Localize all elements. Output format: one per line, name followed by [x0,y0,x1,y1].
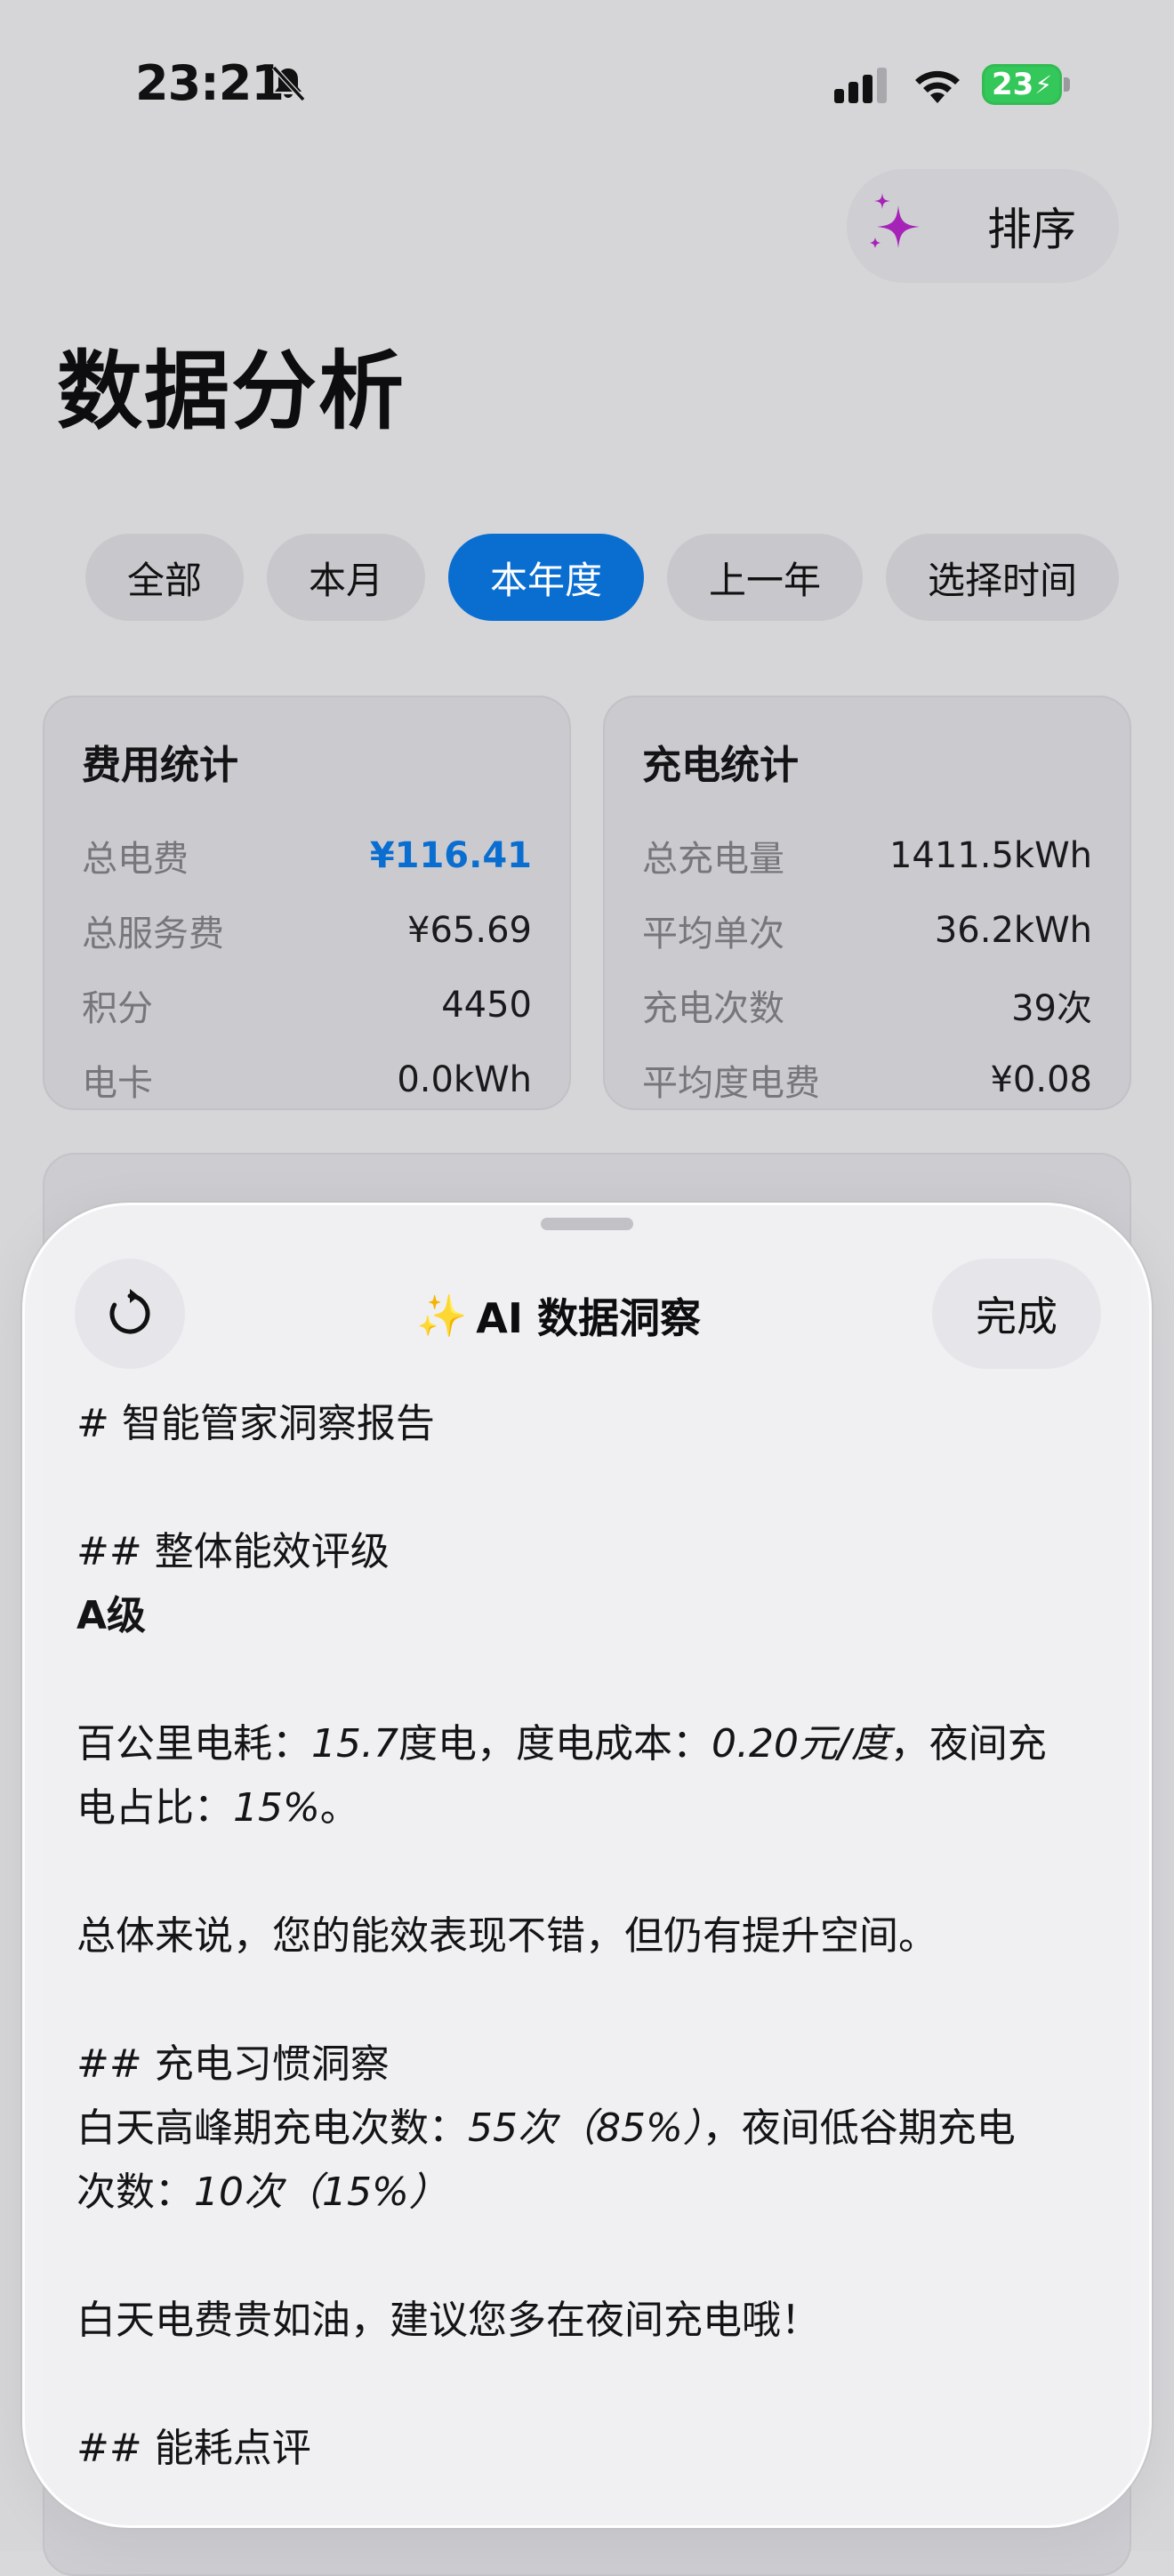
cost-card-title: 费用统计 [82,743,238,788]
stat-row: 积分 4450 [82,968,532,1042]
stat-row: 充电次数 39次 [642,968,1092,1042]
stat-value: ¥116.41 [369,835,532,876]
report-paragraph: 百公里电耗：15.7度电，度电成本：0.20元/度，夜间充 [76,1712,1108,1776]
stat-value: 4450 [441,985,532,1026]
metric-value: 10次（15%） [194,2169,448,2215]
refresh-button[interactable] [75,1259,185,1369]
stat-row: 电卡 0.0kWh [82,1042,532,1117]
report-paragraph: 白天电费贵如油，建议您多在夜间充电哦！ [76,2298,820,2343]
insight-report: # 智能管家洞察报告 ## 整体能效评级 A级 百公里电耗：15.7度电，度电成… [76,1392,1108,2481]
report-paragraph: 电占比：15%。 [76,1776,1108,1840]
battery-level: 23 [992,67,1034,102]
stat-value: 1411.5kWh [889,835,1092,876]
sheet-grabber[interactable] [541,1218,633,1230]
time-filter-tabs: 全部 本月 本年度 上一年 选择时间 [85,534,1119,621]
text-fragment: 度电，度电成本： [398,1721,712,1767]
stat-value: ¥65.69 [407,910,532,951]
status-bar: 23:21 23 ⚡ [0,0,1174,169]
cost-stats-card: 费用统计 总电费 ¥116.41 总服务费 ¥65.69 积分 4450 电卡 … [43,696,571,1110]
stat-row: 总电费 ¥116.41 [82,818,532,893]
stat-label: 平均度电费 [642,1063,820,1104]
filter-last-year[interactable]: 上一年 [667,534,863,621]
sort-button[interactable]: 排序 [847,169,1119,283]
battery-indicator: 23 ⚡ [982,64,1062,105]
status-time: 23:21 [135,55,285,111]
cellular-signal-icon [834,68,887,103]
text-fragment: ，夜间低谷期充电 [702,2105,1016,2151]
filter-all[interactable]: 全部 [85,534,244,621]
stat-value: 39次 [1011,988,1092,1029]
stat-row: 总服务费 ¥65.69 [82,893,532,968]
stat-label: 总充电量 [642,839,784,880]
stat-label: 积分 [82,988,153,1029]
text-fragment: 白天高峰期充电次数： [76,2105,468,2151]
metric-value: 15.7 [311,1721,398,1767]
metric-value: 0.20元/度 [711,1721,890,1767]
stat-row: 总充电量 1411.5kWh [642,818,1092,893]
report-paragraph: 次数：10次（15%） [76,2161,1108,2225]
report-paragraph: 总体来说，您的能效表现不错，但仍有提升空间。 [76,1913,937,1959]
wifi-icon [915,70,960,103]
stat-value: 36.2kWh [934,910,1092,951]
report-subheading: ## 能耗点评 [76,2426,311,2471]
refresh-icon [109,1289,150,1334]
sparkles-icon: ✨ [415,1291,468,1340]
text-fragment: 百公里电耗： [76,1721,311,1767]
stat-value: ¥0.08 [990,1059,1092,1100]
stat-row: 平均单次 36.2kWh [642,893,1092,968]
stat-label: 电卡 [82,1063,153,1104]
charge-card-title: 充电统计 [642,743,799,788]
text-fragment: 。 [319,1785,359,1831]
bell-slash-icon [271,65,306,102]
report-paragraph: 白天高峰期充电次数：55次（85%），夜间低谷期充电 [76,2097,1108,2161]
sparkle-icon [870,193,920,248]
filter-this-month[interactable]: 本月 [267,534,425,621]
stat-row: 平均度电费 ¥0.08 [642,1042,1092,1117]
efficiency-rating: A级 [76,1593,147,1638]
filter-select-time[interactable]: 选择时间 [886,534,1119,621]
stat-label: 充电次数 [642,988,784,1029]
filter-this-year[interactable]: 本年度 [448,534,644,621]
ai-insight-sheet: ✨ AI 数据洞察 完成 # 智能管家洞察报告 ## 整体能效评级 A级 百公里… [22,1203,1152,2528]
text-fragment: ，夜间充 [889,1721,1047,1767]
stat-label: 总电费 [82,839,189,880]
page-title: 数据分析 [57,342,406,441]
text-fragment: 电占比： [76,1785,233,1831]
report-subheading: ## 整体能效评级 [76,1529,390,1574]
stat-label: 平均单次 [642,914,784,954]
sort-label: 排序 [987,204,1076,255]
done-button[interactable]: 完成 [932,1259,1101,1369]
metric-value: 55次（85%） [468,2105,703,2151]
sheet-title: ✨ AI 数据洞察 [292,1287,825,1344]
text-fragment: 次数： [76,2169,194,2215]
stat-value: 0.0kWh [397,1059,532,1100]
charge-stats-card: 充电统计 总充电量 1411.5kWh 平均单次 36.2kWh 充电次数 39… [603,696,1131,1110]
report-heading: # 智能管家洞察报告 [76,1401,435,1446]
report-subheading: ## 充电习惯洞察 [76,2041,390,2087]
stat-label: 总服务费 [82,914,224,954]
metric-value: 15% [233,1785,320,1831]
charging-bolt-icon: ⚡ [1034,69,1052,100]
sheet-title-text: AI 数据洞察 [476,1294,701,1342]
battery-cap [1064,77,1070,92]
